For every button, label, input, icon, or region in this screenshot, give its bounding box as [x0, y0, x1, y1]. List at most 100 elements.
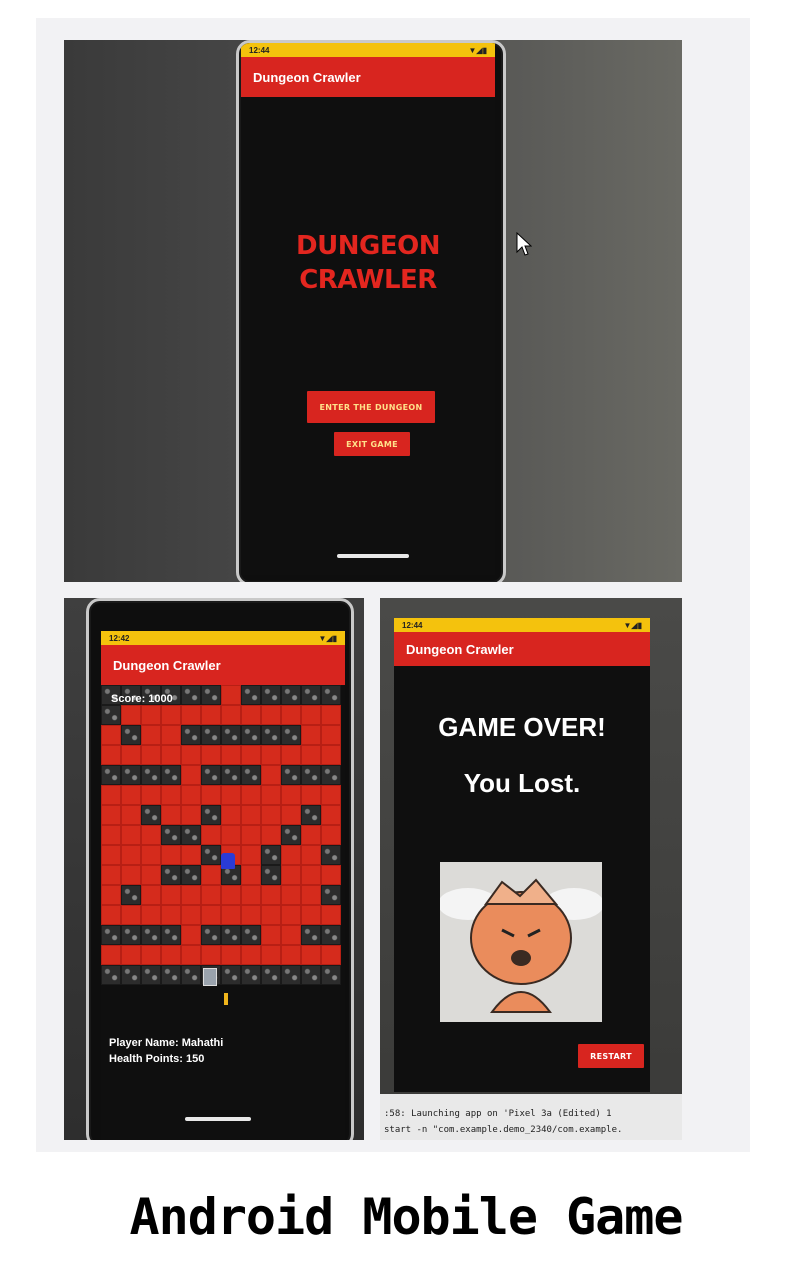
app-bar: Dungeon Crawler [394, 632, 650, 666]
phone-gameplay: 12:42 ▼◢▮ Dungeon Crawler Score: 1000 Pl… [86, 598, 354, 1140]
app-bar: Dungeon Crawler [241, 57, 495, 97]
floor-tile [221, 905, 241, 925]
floor-tile [301, 845, 321, 865]
floor-tile [261, 705, 281, 725]
floor-tile [181, 745, 201, 765]
wall-tile [121, 765, 141, 785]
floor-tile [281, 785, 301, 805]
floor-tile [101, 845, 121, 865]
floor-tile [281, 745, 301, 765]
wall-tile [141, 965, 161, 985]
floor-tile [161, 705, 181, 725]
floor-tile [181, 945, 201, 965]
game-title: DUNGEON CRAWLER [241, 229, 495, 297]
floor-tile [201, 785, 221, 805]
wall-tile [321, 885, 341, 905]
wall-tile [121, 925, 141, 945]
status-time: 12:44 [402, 620, 423, 630]
wall-tile [261, 865, 281, 885]
wall-tile [321, 845, 341, 865]
floor-tile [241, 885, 261, 905]
enter-dungeon-button[interactable]: ENTER THE DUNGEON [307, 391, 435, 423]
floor-tile [281, 925, 301, 945]
console-line: start -n "com.example.demo_2340/com.exam… [384, 1125, 623, 1135]
floor-tile [281, 845, 301, 865]
floor-tile [161, 745, 181, 765]
floor-tile [101, 725, 121, 745]
floor-tile [101, 865, 121, 885]
floor-tile [141, 785, 161, 805]
floor-tile [321, 945, 341, 965]
status-icons: ▼◢▮ [623, 620, 642, 630]
floor-tile [301, 865, 321, 885]
player-sprite-icon[interactable] [221, 853, 235, 869]
floor-tile [181, 785, 201, 805]
floor-tile [321, 805, 341, 825]
wall-tile [101, 765, 121, 785]
menu-photo: 12:44 ▼◢▮ Dungeon Crawler DUNGEON CRAWLE… [64, 40, 682, 582]
wall-tile [221, 925, 241, 945]
floor-tile [101, 885, 121, 905]
wall-tile [181, 865, 201, 885]
floor-tile [201, 745, 221, 765]
floor-tile [141, 885, 161, 905]
floor-tile [161, 845, 181, 865]
floor-tile [141, 825, 161, 845]
floor-tile [241, 785, 261, 805]
floor-tile [261, 945, 281, 965]
wall-tile [181, 725, 201, 745]
floor-tile [221, 745, 241, 765]
floor-tile [221, 685, 241, 705]
floor-tile [161, 885, 181, 905]
wall-tile [221, 765, 241, 785]
floor-tile [141, 745, 161, 765]
floor-tile [261, 745, 281, 765]
wall-tile [201, 805, 221, 825]
wall-tile [101, 705, 121, 725]
floor-tile [121, 845, 141, 865]
status-time: 12:42 [109, 633, 130, 643]
restart-button[interactable]: RESTART [578, 1044, 644, 1068]
wall-tile [201, 765, 221, 785]
status-bar: 12:42 ▼◢▮ [101, 631, 345, 645]
wall-tile [281, 685, 301, 705]
floor-tile [101, 745, 121, 765]
wall-tile [101, 925, 121, 945]
console-line: :58: Launching app on 'Pixel 3a (Edited)… [384, 1109, 612, 1119]
wall-tile [321, 965, 341, 985]
wall-tile [161, 865, 181, 885]
status-time: 12:44 [249, 45, 270, 55]
exit-game-button[interactable]: EXIT GAME [334, 432, 410, 456]
wall-tile [121, 725, 141, 745]
floor-tile [161, 725, 181, 745]
floor-tile [301, 945, 321, 965]
caption-title: Android Mobile Game [129, 1188, 684, 1246]
wall-tile [121, 965, 141, 985]
home-indicator[interactable] [337, 554, 409, 558]
wall-tile [101, 965, 121, 985]
home-indicator[interactable] [185, 1117, 251, 1121]
wall-tile [201, 725, 221, 745]
wall-tile [321, 925, 341, 945]
wall-tile [261, 725, 281, 745]
app-title: Dungeon Crawler [406, 641, 514, 657]
floor-tile [121, 825, 141, 845]
score-label: Score: 1000 [111, 693, 173, 705]
floor-tile [301, 705, 321, 725]
floor-tile [301, 885, 321, 905]
floor-tile [221, 785, 241, 805]
wall-tile [241, 765, 261, 785]
wall-tile [321, 765, 341, 785]
wall-tile [241, 725, 261, 745]
floor-tile [121, 705, 141, 725]
health-points-label: Health Points: 150 [109, 1053, 205, 1065]
status-bar: 12:44 ▼◢▮ [394, 618, 650, 632]
floor-tile [241, 745, 261, 765]
floor-tile [221, 705, 241, 725]
wall-tile [261, 685, 281, 705]
wall-tile [181, 965, 201, 985]
game-title-line1: DUNGEON [296, 231, 440, 261]
app-bar: Dungeon Crawler [101, 645, 345, 685]
wall-tile [281, 965, 301, 985]
floor-tile [141, 945, 161, 965]
